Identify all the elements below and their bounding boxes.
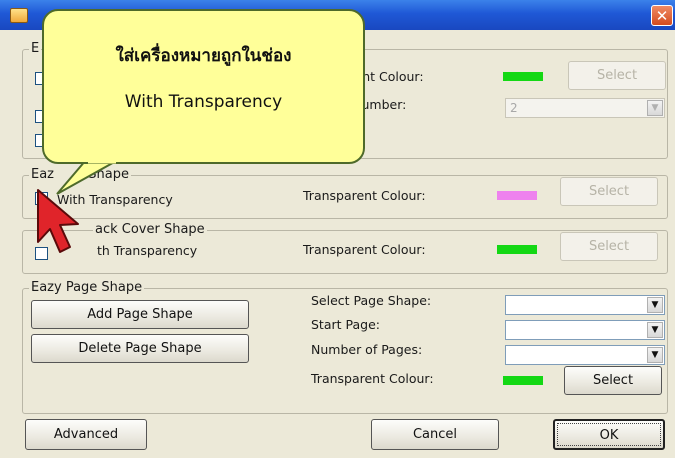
settings-dialog: ✕ E arent Colour: Select lumber: 2 ▼ Eaz… [0, 0, 675, 458]
mouse-cursor-icon [37, 189, 79, 253]
